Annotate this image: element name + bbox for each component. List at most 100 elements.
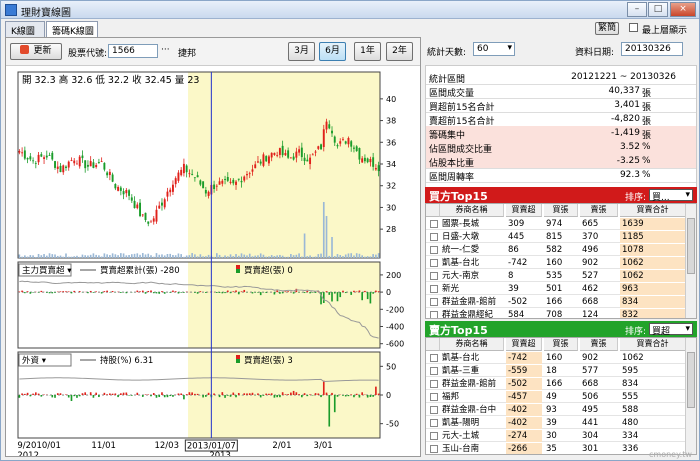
row-checkbox[interactable] bbox=[430, 419, 438, 427]
row-checkbox[interactable] bbox=[430, 354, 438, 362]
table-row[interactable]: 統一-仁愛 86 582 496 1078 bbox=[426, 244, 686, 256]
table-scrollbar[interactable] bbox=[685, 204, 696, 318]
table-cell: 玉山-台南 bbox=[442, 444, 480, 454]
row-checkbox[interactable] bbox=[430, 285, 438, 293]
panel3-bar bbox=[328, 395, 331, 427]
row-checkbox[interactable] bbox=[430, 233, 438, 241]
panel3-bar bbox=[180, 393, 182, 395]
panel2-bar bbox=[273, 292, 276, 295]
table-row[interactable]: 凱基-三重 -559 18 577 595 bbox=[426, 365, 686, 377]
row-checkbox[interactable] bbox=[430, 445, 438, 453]
table-row[interactable]: 群益金鼎-館前 -502 166 668 834 bbox=[426, 378, 686, 390]
panel3-bar bbox=[117, 395, 119, 398]
data-date-input[interactable]: 20130326 bbox=[621, 42, 683, 56]
row-checkbox[interactable] bbox=[430, 272, 438, 280]
maximize-button[interactable]: □ bbox=[648, 2, 668, 17]
row-checkbox[interactable] bbox=[430, 259, 438, 267]
panel2-bar bbox=[254, 292, 257, 293]
candle-body bbox=[169, 189, 172, 193]
row-checkbox[interactable] bbox=[430, 246, 438, 254]
panel3-bar bbox=[194, 393, 196, 395]
candle-body bbox=[73, 160, 76, 164]
tab-chip-k-chart[interactable]: 籌碼K線圖 bbox=[46, 21, 98, 38]
table-row[interactable]: 群益金鼎經紀 584 708 124 832 bbox=[426, 309, 686, 318]
panel3-bar bbox=[109, 393, 111, 395]
sell-sort-select[interactable]: 買超 bbox=[649, 323, 693, 337]
candle-body bbox=[232, 179, 235, 184]
volume-bar bbox=[183, 256, 185, 258]
volume-bar bbox=[76, 255, 78, 258]
column-header[interactable]: 券商名稱 bbox=[440, 338, 504, 351]
volume-bar bbox=[303, 233, 306, 258]
panel2-bar bbox=[106, 290, 108, 293]
candle-body bbox=[62, 165, 65, 173]
table-row[interactable]: 新光 39 501 462 963 bbox=[426, 283, 686, 295]
scrollbar-thumb[interactable] bbox=[687, 218, 695, 274]
table-row[interactable]: 元大-南京 8 535 527 1062 bbox=[426, 270, 686, 282]
tab-k-chart[interactable]: K線圖 bbox=[5, 21, 45, 37]
candle-body bbox=[177, 172, 180, 181]
stat-days-select[interactable]: 60 bbox=[473, 42, 515, 56]
panel2-bar bbox=[120, 292, 122, 293]
range-1y-button[interactable]: 1年 bbox=[354, 42, 381, 61]
column-header[interactable]: 券商名稱 bbox=[440, 204, 504, 217]
panel2-selector[interactable]: 主力買賣超 ▾ bbox=[22, 265, 72, 276]
trad-simp-button[interactable]: 繁簡 bbox=[595, 22, 619, 35]
table-scrollbar[interactable] bbox=[685, 338, 696, 454]
row-checkbox[interactable] bbox=[430, 432, 438, 440]
refresh-button[interactable]: 更新 bbox=[10, 43, 62, 60]
panel2-bar bbox=[237, 292, 240, 295]
volume-bar bbox=[240, 253, 243, 258]
row-checkbox[interactable] bbox=[430, 298, 438, 306]
panel2-bar bbox=[54, 292, 56, 293]
panel2-bar bbox=[100, 292, 103, 294]
table-row[interactable]: 群益金鼎-台中 -402 93 495 588 bbox=[426, 404, 686, 416]
candle-body bbox=[320, 144, 322, 150]
buy-sort-select[interactable]: 買... bbox=[649, 189, 693, 203]
column-header[interactable]: 買賣合計 bbox=[620, 204, 686, 217]
minimize-button[interactable]: – bbox=[627, 2, 647, 17]
stock-code-input[interactable]: 1566 bbox=[108, 44, 158, 58]
row-checkbox[interactable] bbox=[430, 220, 438, 228]
volume-bar bbox=[125, 255, 128, 258]
table-row[interactable]: 凱基-陽明 -402 39 441 480 bbox=[426, 417, 686, 429]
stock-chart[interactable]: 40 38 36 34 32 30 28 開 32.3 高 32.6 低 32.2 收 32.… bbox=[6, 66, 420, 456]
range-6m-button[interactable]: 6月 bbox=[319, 42, 346, 61]
range-2y-button[interactable]: 2年 bbox=[386, 42, 413, 61]
table-row[interactable]: 日盛-大墩 445 815 370 1185 bbox=[426, 231, 686, 243]
x-tick-label: 12/03 bbox=[154, 441, 179, 451]
row-checkbox[interactable] bbox=[430, 380, 438, 388]
panel3-selector[interactable]: 外資 ▾ bbox=[22, 355, 47, 366]
column-header[interactable]: 買賣合計 bbox=[620, 338, 686, 351]
table-row[interactable]: 凱基-台北 -742 160 902 1062 bbox=[426, 257, 686, 269]
table-row[interactable]: 玉山-台南 -266 35 301 336 bbox=[426, 443, 686, 454]
column-header[interactable]: 賣張 bbox=[580, 204, 618, 217]
volume-bar bbox=[133, 253, 136, 258]
volume-bar bbox=[298, 253, 300, 258]
scrollbar-thumb[interactable] bbox=[687, 352, 695, 408]
table-row[interactable]: 群益金鼎-館前 -502 166 668 834 bbox=[426, 296, 686, 308]
volume-bar bbox=[207, 254, 210, 258]
volume-bar bbox=[163, 255, 166, 258]
column-header[interactable]: 買賣超 bbox=[506, 204, 542, 217]
candle-body bbox=[350, 141, 353, 147]
panel3-bar bbox=[158, 395, 161, 398]
column-header[interactable]: 買賣超 bbox=[506, 338, 542, 351]
close-button[interactable]: × bbox=[670, 2, 696, 17]
table-row[interactable]: 元大-土城 -274 30 304 334 bbox=[426, 430, 686, 442]
row-checkbox[interactable] bbox=[430, 406, 438, 414]
table-row[interactable]: 國票-長城 309 974 665 1639 bbox=[426, 218, 686, 230]
row-checkbox[interactable] bbox=[430, 311, 438, 318]
table-row[interactable]: 福邦 -457 49 506 555 bbox=[426, 391, 686, 403]
column-header[interactable]: 賣張 bbox=[580, 338, 618, 351]
row-checkbox[interactable] bbox=[430, 367, 438, 375]
candle-body bbox=[48, 155, 51, 156]
panel2-legend-net: 買賣超(張) 0 bbox=[244, 265, 293, 276]
column-header[interactable]: 買張 bbox=[544, 204, 578, 217]
more-button[interactable]: ··· bbox=[161, 45, 170, 55]
table-row[interactable]: 凱基-台北 -742 160 902 1062 bbox=[426, 352, 686, 364]
row-checkbox[interactable] bbox=[430, 393, 438, 401]
range-3m-button[interactable]: 3月 bbox=[288, 42, 315, 61]
column-header[interactable]: 買張 bbox=[544, 338, 578, 351]
always-on-top-checkbox[interactable] bbox=[629, 23, 638, 32]
